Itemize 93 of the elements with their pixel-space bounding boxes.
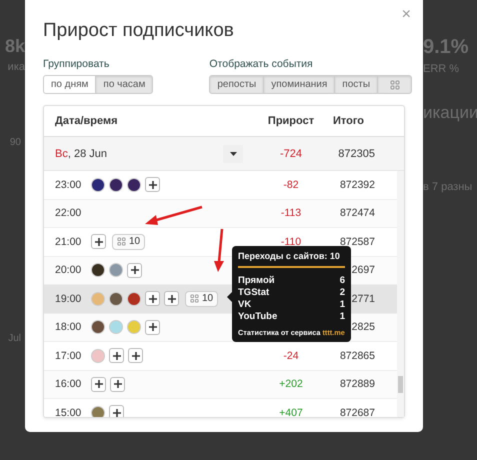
plus-icon (94, 238, 102, 246)
tooltip-title: Переходы с сайтов: 10 (238, 251, 341, 261)
time-label: 17:00 (55, 350, 82, 362)
source-label: VK (238, 299, 252, 311)
total-value: 2825 (352, 321, 375, 334)
grouping-toggle[interactable]: по часам (95, 75, 154, 94)
add-button[interactable] (110, 376, 125, 392)
plus-icon (112, 408, 120, 417)
plus-icon (132, 352, 140, 360)
links-button[interactable]: 10 (185, 290, 218, 307)
time-label: 15:00 (55, 406, 82, 417)
background-text: Jul (8, 333, 22, 344)
add-button[interactable] (145, 291, 160, 306)
plus-icon (148, 294, 156, 303)
plus-icon (168, 294, 176, 303)
expand-button[interactable] (223, 144, 243, 162)
growth-value: -110 (280, 236, 302, 248)
growth-value: +407 (278, 406, 304, 417)
growth-value: +202 (278, 378, 304, 390)
total-value: 872889 (340, 378, 375, 390)
source-count: 6 (340, 275, 345, 287)
time-label: 22:00 (55, 207, 82, 220)
total-value: 872687 (340, 406, 375, 417)
total-value: 872865 (340, 350, 375, 362)
grid-icon (390, 80, 400, 90)
avatar-icon[interactable] (127, 178, 141, 192)
column-header: Прирост (266, 115, 316, 127)
add-button[interactable] (109, 405, 124, 417)
background-text: ERR % (423, 63, 460, 75)
date-label: Вс, 28 Jun (55, 148, 107, 160)
time-label: 16:00 (55, 378, 82, 390)
total-value: 2771 (352, 292, 375, 305)
growth-value: -24 (282, 350, 300, 362)
plus-icon (94, 380, 102, 388)
grouping-toggle[interactable]: по дням (43, 75, 96, 94)
add-button[interactable] (127, 262, 142, 278)
add-button[interactable] (145, 320, 160, 335)
event-toggle[interactable]: репосты (209, 75, 264, 94)
scrollbar[interactable] (397, 171, 404, 417)
add-button[interactable] (91, 234, 106, 250)
add-button[interactable] (145, 177, 160, 192)
total-value: 872305 (338, 148, 375, 160)
column-header: Дата/время (54, 115, 119, 127)
annotation-arrow (145, 206, 202, 225)
plus-icon (148, 323, 156, 332)
background-text: икации (423, 103, 477, 123)
grid-icon (117, 237, 126, 246)
growth-value: -724 (278, 148, 304, 160)
group-label: Группировать (43, 58, 110, 70)
background-text: ика (8, 61, 25, 73)
time-label: 20:00 (55, 264, 82, 276)
source-count: 1 (340, 311, 345, 323)
time-label: 21:00 (55, 236, 82, 248)
background-text: 8k (4, 36, 25, 57)
time-label: 18:00 (55, 321, 82, 334)
total-value: 2697 (352, 264, 375, 276)
caret-icon (230, 152, 236, 156)
avatar-icon[interactable] (91, 178, 105, 192)
annotation-arrow (214, 228, 224, 272)
avatar-icon[interactable] (109, 178, 123, 192)
add-button[interactable] (164, 291, 179, 306)
add-button[interactable] (91, 376, 106, 392)
grid-icon (190, 294, 199, 304)
links-toggle[interactable] (377, 75, 412, 94)
plus-icon (148, 180, 156, 189)
add-button[interactable] (128, 348, 143, 364)
total-value: 872587 (340, 236, 375, 248)
total-value: 872392 (340, 178, 375, 191)
time-label: 23:00 (55, 178, 82, 191)
group-label: Отображать события (209, 58, 314, 70)
time-label: 19:00 (55, 292, 82, 305)
event-toggle[interactable]: упоминания (263, 75, 336, 94)
avatar-icon[interactable] (91, 320, 105, 334)
event-toggle[interactable]: посты (334, 75, 378, 94)
source-count: 1 (340, 299, 345, 311)
column-header: Итого (332, 115, 364, 127)
modal-title: Прирост подписчиков (43, 19, 235, 42)
source-label: Прямой (238, 275, 275, 287)
plus-icon (130, 266, 138, 274)
growth-value: -82 (282, 178, 300, 191)
background-text: 90 (10, 137, 22, 148)
growth-value: -113 (280, 207, 302, 220)
source-label: YouTube (238, 311, 278, 323)
total-value: 872474 (340, 207, 375, 220)
source-label: TGStat (238, 287, 270, 299)
plus-icon (114, 380, 122, 388)
source-count: 2 (340, 287, 345, 299)
background-text: в 7 разны (423, 181, 474, 193)
add-button[interactable] (109, 348, 124, 364)
plus-icon (112, 352, 120, 360)
links-button[interactable]: 10 (112, 234, 146, 250)
avatar-icon[interactable] (91, 263, 105, 278)
background-text: 9.1% (423, 36, 470, 59)
